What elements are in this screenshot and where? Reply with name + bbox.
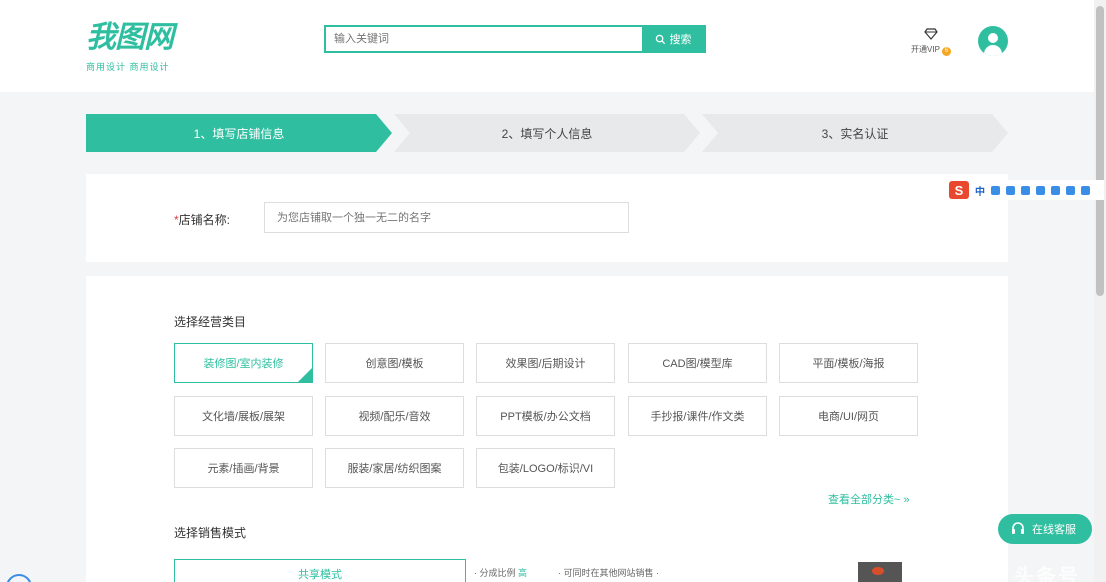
sale-note-ratio-highlight: 高 bbox=[518, 568, 528, 578]
avatar-body-shape bbox=[984, 45, 1002, 56]
category-option[interactable]: 文化墙/展板/展架 bbox=[174, 396, 313, 436]
accessibility-icon[interactable] bbox=[1051, 185, 1060, 195]
shop-name-input[interactable] bbox=[264, 202, 629, 233]
search-button-label: 搜索 bbox=[669, 34, 692, 46]
category-option[interactable]: 创意图/模板 bbox=[325, 343, 464, 383]
punctuation-icon[interactable] bbox=[991, 185, 1000, 195]
diamond-icon bbox=[924, 28, 938, 40]
sogou-logo-icon[interactable]: S bbox=[949, 181, 969, 199]
shop-name-panel: *店铺名称: bbox=[86, 174, 1008, 262]
category-option[interactable]: 平面/模板/海报 bbox=[779, 343, 918, 383]
step-shop-info: 1、填写店铺信息 bbox=[86, 114, 392, 152]
category-option[interactable]: 电商/UI/网页 bbox=[779, 396, 918, 436]
user-avatar[interactable] bbox=[978, 26, 1008, 56]
category-panel: 选择经营类目 装修图/室内装修 创意图/模板 效果图/后期设计 CAD图/模型库… bbox=[86, 276, 1008, 582]
site-logo[interactable]: 我图网 商用设计 商用设计 bbox=[86, 20, 206, 76]
toolbox-icon[interactable] bbox=[1081, 185, 1090, 195]
logo-slogan: 商用设计 商用设计 bbox=[86, 62, 170, 72]
category-option[interactable]: 效果图/后期设计 bbox=[476, 343, 615, 383]
category-option[interactable]: 视频/配乐/音效 bbox=[325, 396, 464, 436]
category-option[interactable]: 服装/家居/纺织图案 bbox=[325, 448, 464, 488]
online-service-label: 在线客服 bbox=[1032, 524, 1076, 536]
headset-icon bbox=[1012, 522, 1024, 534]
shared-mode-button[interactable]: 共享模式 bbox=[174, 559, 466, 582]
step-real-name: 3、实名认证 bbox=[702, 114, 1008, 152]
keyboard-icon[interactable] bbox=[1036, 185, 1045, 195]
page-scrollbar[interactable] bbox=[1094, 0, 1106, 582]
category-option[interactable]: 手抄报/课件/作文类 bbox=[628, 396, 767, 436]
category-option[interactable]: CAD图/模型库 bbox=[628, 343, 767, 383]
category-option[interactable]: 元素/插画/背景 bbox=[174, 448, 313, 488]
category-option[interactable]: PPT模板/办公文档 bbox=[476, 396, 615, 436]
logo-text: 我图网 bbox=[86, 20, 174, 55]
vip-label: 开通VIP bbox=[911, 45, 940, 54]
search-box: 搜索 bbox=[324, 25, 706, 53]
search-input[interactable] bbox=[326, 27, 644, 51]
ime-toolbar[interactable]: S 中 bbox=[947, 180, 1104, 200]
mic-icon[interactable] bbox=[1021, 185, 1030, 195]
sale-mode-title: 选择销售模式 bbox=[174, 526, 247, 540]
emoji-icon[interactable] bbox=[1006, 185, 1015, 195]
scrollbar-thumb[interactable] bbox=[1096, 6, 1104, 296]
corner-widget-icon[interactable] bbox=[6, 574, 32, 582]
sale-note-other-sites: · 可同时在其他网站销售 · bbox=[558, 568, 659, 578]
header: 我图网 商用设计 商用设计 搜索 开通VIP6 bbox=[0, 0, 1106, 92]
avatar-head-shape bbox=[988, 33, 998, 43]
sale-note-ratio-text: · 分成比例 bbox=[474, 568, 516, 578]
category-title: 选择经营类目 bbox=[174, 315, 247, 329]
shop-name-label: *店铺名称: bbox=[174, 211, 230, 228]
ime-lang-toggle[interactable]: 中 bbox=[975, 183, 985, 198]
search-button[interactable]: 搜索 bbox=[642, 27, 704, 51]
view-all-categories-link[interactable]: 查看全部分类~ » bbox=[828, 491, 910, 507]
step-personal-info: 2、填写个人信息 bbox=[394, 114, 700, 152]
category-option[interactable]: 装修图/室内装修 bbox=[174, 343, 313, 383]
skin-icon[interactable] bbox=[1066, 185, 1075, 195]
online-service-button[interactable]: 在线客服 bbox=[998, 514, 1092, 544]
watermark: 头条号 bbox=[1014, 566, 1080, 582]
vip-entry[interactable]: 开通VIP 6 bbox=[906, 28, 956, 56]
search-icon bbox=[655, 34, 665, 44]
sale-note-ratio: · 分成比例 高 bbox=[474, 566, 527, 579]
shop-name-label-text: 店铺名称: bbox=[178, 213, 231, 227]
preview-thumbnail bbox=[858, 562, 902, 582]
category-option[interactable]: 包装/LOGO/标识/VI bbox=[476, 448, 615, 488]
progress-steps: 1、填写店铺信息 2、填写个人信息 3、实名认证 bbox=[86, 114, 1008, 152]
vip-badge: 6 bbox=[941, 47, 951, 56]
